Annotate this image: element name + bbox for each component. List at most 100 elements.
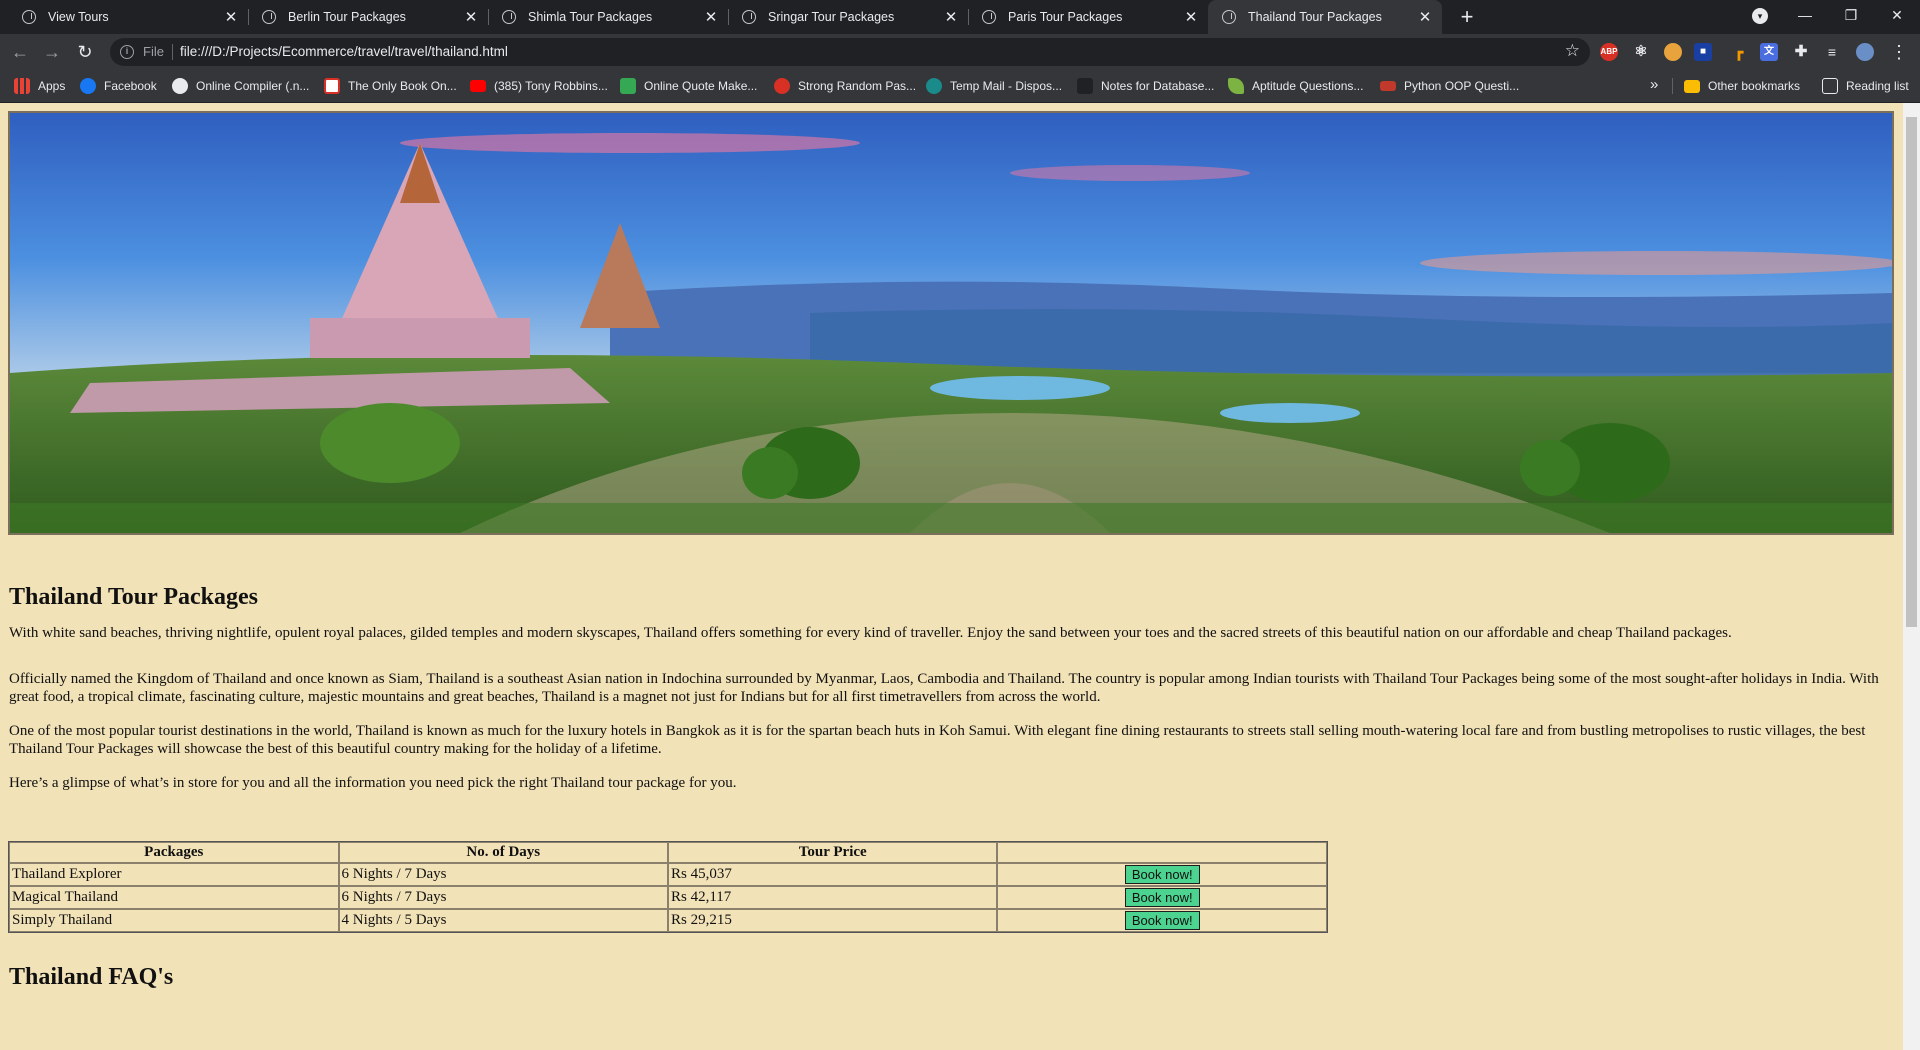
extension-icon[interactable]: ┏ <box>1730 43 1748 61</box>
bookmark-online-compiler[interactable]: Online Compiler (.n... <box>172 70 309 102</box>
bookmark-only-book[interactable]: The Only Book On... <box>324 70 457 102</box>
globe-icon <box>1222 10 1236 24</box>
book-cell: Book now! <box>997 886 1327 909</box>
globe-icon <box>742 10 756 24</box>
bookmark-random-password[interactable]: Strong Random Pas... <box>774 70 916 102</box>
bookmark-python-oop[interactable]: Python OOP Questi... <box>1380 70 1519 102</box>
forward-arrow-icon[interactable]: → <box>40 40 64 64</box>
python-icon <box>1380 81 1396 91</box>
book-now-button[interactable]: Book now! <box>1124 911 1200 930</box>
page-scrollbar[interactable] <box>1903 103 1920 1050</box>
bookmark-facebook[interactable]: Facebook <box>80 70 157 102</box>
notes-icon <box>1077 78 1093 94</box>
apps-grid-icon <box>14 78 30 94</box>
tab-thailand[interactable]: Thailand Tour Packages ✕ <box>1208 0 1442 34</box>
thailand-temple-landscape-image <box>10 113 1892 533</box>
cookie-extension-icon[interactable] <box>1664 43 1682 61</box>
book-cell: Book now! <box>997 863 1327 886</box>
book-cell: Book now! <box>997 909 1327 932</box>
column-header-packages: Packages <box>9 842 339 863</box>
aptitude-icon <box>1228 78 1244 94</box>
bookmark-temp-mail[interactable]: Temp Mail - Dispos... <box>926 70 1062 102</box>
book-now-button[interactable]: Book now! <box>1124 865 1200 884</box>
globe-icon <box>22 10 36 24</box>
table-row: Simply Thailand 4 Nights / 5 Days Rs 29,… <box>9 909 1327 932</box>
bookmark-label: Online Compiler (.n... <box>196 79 310 93</box>
extensions-puzzle-icon[interactable]: ✚ <box>1792 43 1810 61</box>
close-icon[interactable]: ✕ <box>700 8 722 26</box>
column-header-days: No. of Days <box>338 842 668 863</box>
destinations-paragraph: One of the most popular tourist destinat… <box>9 723 1866 757</box>
tab-shimla[interactable]: Shimla Tour Packages ✕ <box>488 0 728 34</box>
react-devtools-icon[interactable]: ⚛ <box>1632 43 1650 61</box>
bookmark-tony-robbins[interactable]: (385) Tony Robbins... <box>470 70 608 102</box>
tab-view-tours[interactable]: View Tours ✕ <box>8 0 248 34</box>
globe-icon <box>262 10 276 24</box>
tab-paris[interactable]: Paris Tour Packages ✕ <box>968 0 1208 34</box>
scheme-label: File <box>143 44 164 59</box>
package-price: Rs 29,215 <box>668 909 998 932</box>
more-menu-icon[interactable]: ⋮ <box>1890 40 1908 64</box>
compiler-icon <box>172 78 188 94</box>
restore-button[interactable]: ❐ <box>1828 0 1874 30</box>
bookmark-quote-maker[interactable]: Online Quote Make... <box>620 70 757 102</box>
divider <box>1672 78 1673 94</box>
close-icon[interactable]: ✕ <box>940 8 962 26</box>
new-tab-button[interactable]: + <box>1454 4 1480 30</box>
bookmark-apps[interactable]: Apps <box>14 70 65 102</box>
table-row: Magical Thailand 6 Nights / 7 Days Rs 42… <box>9 886 1327 909</box>
package-days: 6 Nights / 7 Days <box>338 863 668 886</box>
address-bar[interactable]: i File file:///D:/Projects/Ecommerce/tra… <box>110 38 1590 66</box>
youtube-icon <box>470 80 486 92</box>
column-header-price: Tour Price <box>668 842 998 863</box>
translate-extension-icon[interactable]: 文 <box>1760 43 1778 61</box>
tab-sringar[interactable]: Sringar Tour Packages ✕ <box>728 0 968 34</box>
scrollbar-thumb[interactable] <box>1906 117 1917 627</box>
bookmark-label: Notes for Database... <box>1101 79 1215 93</box>
bookmark-label: Aptitude Questions... <box>1252 79 1364 93</box>
bookmark-label: (385) Tony Robbins... <box>494 79 608 93</box>
book-now-button[interactable]: Book now! <box>1124 888 1200 907</box>
media-control-icon[interactable]: ≡ <box>1823 43 1841 61</box>
close-icon[interactable]: ✕ <box>1414 8 1436 26</box>
other-bookmarks-folder[interactable]: Other bookmarks <box>1684 70 1800 102</box>
package-name: Simply Thailand <box>9 909 339 932</box>
close-icon[interactable]: ✕ <box>460 8 482 26</box>
page-title: Thailand Tour Packages <box>9 584 258 610</box>
bookmark-database-notes[interactable]: Notes for Database... <box>1077 70 1214 102</box>
close-icon[interactable]: ✕ <box>220 8 242 26</box>
extension-icon[interactable]: ■ <box>1694 43 1712 61</box>
tab-berlin[interactable]: Berlin Tour Packages ✕ <box>248 0 488 34</box>
window-close-button[interactable]: ✕ <box>1874 0 1920 30</box>
bookmark-label: Python OOP Questi... <box>1404 79 1520 93</box>
intro-paragraph: With white sand beaches, thriving nightl… <box>9 625 1732 641</box>
package-name: Magical Thailand <box>9 886 339 909</box>
glimpse-paragraph: Here’s a glimpse of what’s in store for … <box>9 775 737 791</box>
tab-strip: View Tours ✕ Berlin Tour Packages ✕ Shim… <box>0 0 1920 34</box>
bookmark-label: Facebook <box>104 79 157 93</box>
adblock-extension-icon[interactable]: ABP <box>1600 43 1618 61</box>
reading-list-button[interactable]: Reading list <box>1822 70 1909 102</box>
close-icon[interactable]: ✕ <box>1180 8 1202 26</box>
bookmark-aptitude[interactable]: Aptitude Questions... <box>1228 70 1363 102</box>
password-icon <box>774 78 790 94</box>
reload-icon[interactable]: ↻ <box>73 40 97 64</box>
tab-search-icon[interactable]: ▾ <box>1752 8 1768 24</box>
avatar[interactable] <box>1856 43 1874 61</box>
bookmark-label: Apps <box>38 79 66 93</box>
minimize-button[interactable]: — <box>1782 0 1828 30</box>
bookmark-label: Temp Mail - Dispos... <box>950 79 1063 93</box>
url-text[interactable]: file:///D:/Projects/Ecommerce/travel/tra… <box>180 44 508 59</box>
tab-title: View Tours <box>48 10 109 24</box>
page-viewport: Thailand Tour Packages With white sand b… <box>0 103 1903 1050</box>
browser-toolbar: ← → ↻ i File file:///D:/Projects/Ecommer… <box>0 34 1920 70</box>
bookmarks-overflow-button[interactable]: » <box>1650 76 1658 93</box>
tab-title: Paris Tour Packages <box>1008 10 1123 24</box>
info-icon[interactable]: i <box>120 45 134 59</box>
table-header-row: Packages No. of Days Tour Price <box>9 842 1327 863</box>
back-arrow-icon[interactable]: ← <box>8 40 32 64</box>
tab-title: Berlin Tour Packages <box>288 10 406 24</box>
faq-heading: Thailand FAQ's <box>9 964 174 990</box>
tab-title: Thailand Tour Packages <box>1248 10 1382 24</box>
bookmark-star-icon[interactable]: ☆ <box>1565 41 1580 61</box>
